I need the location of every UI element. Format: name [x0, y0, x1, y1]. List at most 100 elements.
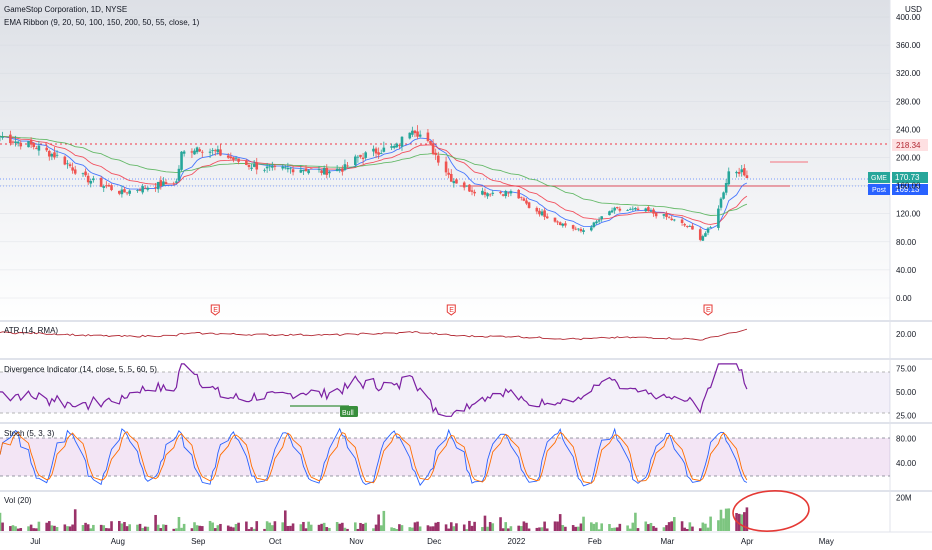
vol-tick: 20M — [896, 493, 912, 502]
volume-bar — [473, 521, 476, 531]
volume-bar — [11, 525, 15, 531]
volume-bar — [437, 521, 440, 531]
volume-bar — [118, 520, 121, 531]
volume-bar — [37, 521, 41, 531]
candle-body — [247, 165, 251, 167]
volume-bar — [66, 526, 69, 531]
volume-bar — [701, 522, 705, 531]
volume-bar — [613, 527, 616, 531]
candle-body — [382, 147, 386, 152]
time-tick: 2022 — [508, 537, 526, 546]
candle-body — [491, 192, 495, 194]
candle-body — [670, 218, 674, 221]
volume-bar — [486, 526, 489, 531]
candle-body — [53, 152, 56, 158]
candle-body — [128, 190, 131, 194]
price-tick: 160.00 — [896, 182, 921, 191]
time-tick: Jul — [30, 537, 40, 546]
volume-bar — [634, 512, 637, 531]
candle-body — [590, 227, 593, 231]
candle-body — [673, 219, 676, 221]
candle-body — [325, 167, 329, 175]
candle-body — [177, 168, 181, 181]
volume-bar — [483, 515, 487, 531]
volume-bar — [219, 523, 222, 531]
volume-bar — [307, 521, 310, 531]
volume-bar — [647, 524, 650, 531]
candle-body — [727, 171, 731, 185]
candle-body — [232, 157, 235, 160]
candle-body — [649, 210, 653, 212]
volume-bar — [590, 522, 593, 531]
volume-bar — [182, 523, 186, 531]
candle-body — [92, 178, 95, 181]
candle-body — [413, 130, 417, 134]
volume-bar — [540, 527, 544, 531]
candle-body — [9, 134, 12, 144]
volume-bar — [172, 528, 176, 531]
candle-body — [447, 172, 450, 175]
candle-body — [517, 189, 520, 199]
volume-bar — [615, 527, 619, 531]
candle-body — [341, 168, 344, 172]
candle-body — [19, 142, 23, 147]
candle-body — [468, 184, 471, 192]
volume-bar — [522, 521, 526, 531]
candle-body — [597, 220, 601, 222]
candle-body — [437, 155, 440, 163]
candle-body — [364, 152, 367, 158]
volume-bar — [600, 523, 603, 531]
candle-body — [665, 213, 668, 217]
volume-bar — [281, 522, 284, 531]
volume-bar — [361, 523, 365, 531]
volume-bar — [504, 522, 508, 531]
candle-body — [102, 186, 106, 188]
time-tick: Apr — [741, 537, 754, 546]
candle-body — [343, 164, 347, 170]
candle-body — [706, 228, 710, 233]
candle-body — [600, 216, 603, 220]
volume-bar — [125, 526, 129, 531]
volume-bar — [429, 526, 432, 531]
volume-bar — [509, 526, 513, 531]
price-tick: 120.00 — [896, 210, 921, 219]
volume-bar — [553, 521, 557, 531]
volume-bar — [356, 528, 360, 531]
chart-canvas: E E E GameStop Corporation, 1D, NYSE EMA R… — [0, 0, 932, 550]
price-tick: 40.00 — [896, 266, 917, 275]
atr-pane-bg — [0, 322, 890, 358]
candle-body — [307, 170, 310, 174]
vol-pane-label: Vol (20) — [4, 496, 32, 505]
volume-bar — [14, 526, 17, 531]
volume-bar — [180, 527, 183, 531]
volume-bar — [343, 527, 347, 531]
candle-body — [265, 166, 269, 169]
candle-body — [66, 163, 69, 165]
time-axis-bg — [0, 532, 932, 550]
volume-bar — [234, 524, 238, 531]
candle-body — [71, 167, 74, 171]
candle-body — [709, 227, 712, 228]
volume-bar — [372, 528, 375, 531]
candle-body — [636, 208, 640, 210]
candle-body — [504, 191, 508, 197]
volume-bar — [680, 521, 684, 531]
candle-body — [120, 189, 124, 195]
candle-body — [698, 229, 702, 240]
volume-bar — [177, 516, 181, 531]
volume-bar — [411, 527, 414, 531]
volume-bar — [558, 514, 562, 531]
candle-body — [390, 146, 393, 148]
volume-bar — [252, 528, 256, 531]
candle-body — [213, 150, 217, 152]
earnings-marker-label: E — [213, 307, 218, 314]
candle-body — [190, 151, 194, 153]
volume-bar — [317, 524, 321, 531]
volume-bar — [556, 521, 559, 531]
volume-bar — [688, 522, 692, 531]
volume-bar — [208, 520, 212, 531]
candle-body — [252, 164, 256, 167]
candle-body — [558, 222, 562, 226]
volume-bar — [364, 522, 367, 531]
candle-body — [509, 191, 513, 194]
